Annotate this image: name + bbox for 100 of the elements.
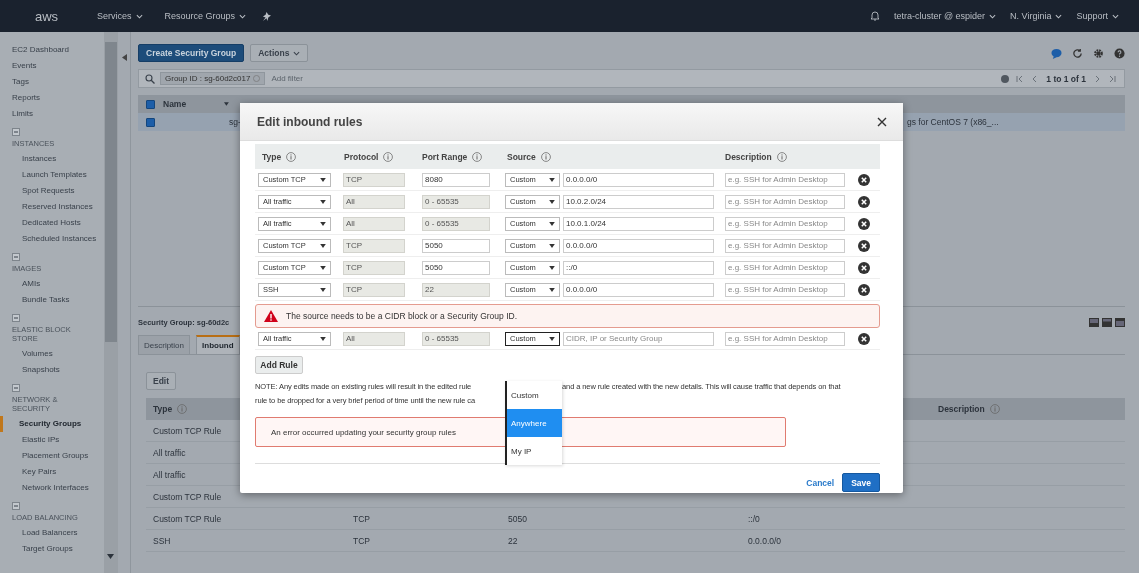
protocol-field[interactable]: All xyxy=(343,331,405,346)
port-range-field[interactable]: 8080 xyxy=(422,172,490,187)
column-header: Type xyxy=(153,404,173,414)
description-field[interactable]: e.g. SSH for Admin Desktop xyxy=(725,216,845,231)
edit-button[interactable]: Edit xyxy=(146,372,176,390)
support-menu[interactable]: Support xyxy=(1076,9,1119,23)
tab[interactable]: Inbound xyxy=(196,335,240,354)
description-field[interactable]: e.g. SSH for Admin Desktop xyxy=(725,238,845,253)
bell-icon[interactable] xyxy=(869,11,880,21)
sidebar-item[interactable]: EC2 Dashboard xyxy=(0,42,104,58)
description-field[interactable]: e.g. SSH for Admin Desktop xyxy=(725,260,845,275)
sidebar-item[interactable]: Reports xyxy=(0,90,104,106)
info-icon xyxy=(540,151,551,162)
layout-split-icon[interactable] xyxy=(1102,317,1112,327)
port-range-field[interactable]: 0 - 65535 xyxy=(422,194,490,209)
description-field[interactable]: e.g. SSH for Admin Desktop xyxy=(725,331,845,346)
port-range-field[interactable]: 0 - 65535 xyxy=(422,331,490,346)
sidebar-item[interactable]: Launch Templates xyxy=(0,167,104,183)
cancel-link[interactable]: Cancel xyxy=(806,477,835,488)
sidebar-item[interactable]: Dedicated Hosts xyxy=(0,215,104,231)
nav-menu[interactable]: Resource Groups xyxy=(164,9,247,23)
tab[interactable]: Description xyxy=(138,335,190,354)
close-icon[interactable] xyxy=(877,116,887,127)
account-menu[interactable]: tetra-cluster @ espider xyxy=(893,9,997,23)
region-menu[interactable]: N. Virginia xyxy=(1010,9,1063,23)
chevron-down-icon xyxy=(239,13,247,19)
caret-icon xyxy=(549,287,555,292)
source-field[interactable]: CIDR, IP or Security Group xyxy=(563,331,714,346)
info-icon xyxy=(383,151,394,162)
chat-icon[interactable] xyxy=(1051,47,1062,59)
protocol-field[interactable]: TCP xyxy=(343,238,405,253)
remove-icon[interactable] xyxy=(858,173,870,186)
nav-menu[interactable]: Services xyxy=(97,9,143,23)
save-button[interactable]: Save xyxy=(842,473,880,492)
table-cell: SSH xyxy=(153,535,171,546)
sidebar-item[interactable]: Key Pairs xyxy=(0,464,104,480)
actions-button[interactable]: Actions xyxy=(250,44,309,62)
remove-icon[interactable] xyxy=(858,283,870,296)
sidebar-item[interactable]: Placement Groups xyxy=(0,448,104,464)
protocol-field[interactable]: TCP xyxy=(343,260,405,275)
sidebar-item[interactable]: AMIs xyxy=(0,276,104,292)
source-field[interactable]: 0.0.0.0/0 xyxy=(563,172,714,187)
description-field[interactable]: e.g. SSH for Admin Desktop xyxy=(725,194,845,209)
scroll-down-icon[interactable] xyxy=(107,554,114,559)
collapse-sidebar-icon[interactable] xyxy=(121,54,127,61)
remove-icon[interactable] xyxy=(858,217,870,230)
source-field[interactable]: 10.0.2.0/24 xyxy=(563,194,714,209)
sidebar-item[interactable]: Instances xyxy=(0,151,104,167)
sidebar-item[interactable]: Limits xyxy=(0,106,104,122)
refresh-icon[interactable] xyxy=(1072,47,1083,59)
table-cell: gs for CentOS 7 (x86_... xyxy=(907,117,999,127)
protocol-field[interactable]: TCP xyxy=(343,282,405,297)
pin-icon[interactable] xyxy=(262,11,272,21)
description-field[interactable]: e.g. SSH for Admin Desktop xyxy=(725,282,845,297)
layout-top-icon[interactable] xyxy=(1115,317,1125,327)
port-range-field[interactable]: 5050 xyxy=(422,260,490,275)
filter-token[interactable]: Group ID : sg-60d2c017 xyxy=(160,72,266,85)
sidebar-item[interactable]: Network Interfaces xyxy=(0,480,104,496)
menu-option[interactable]: Anywhere xyxy=(507,409,562,437)
menu-option[interactable]: My IP xyxy=(507,437,562,465)
description-field[interactable]: e.g. SSH for Admin Desktop xyxy=(725,172,845,187)
protocol-field[interactable]: TCP xyxy=(343,172,405,187)
source-field[interactable]: 0.0.0.0/0 xyxy=(563,238,714,253)
layout-bottom-icon[interactable] xyxy=(1089,317,1099,327)
protocol-field[interactable]: All xyxy=(343,194,405,209)
source-field[interactable]: 10.0.1.0/24 xyxy=(563,216,714,231)
sidebar-item[interactable]: Reserved Instances xyxy=(0,199,104,215)
remove-icon[interactable] xyxy=(858,261,870,274)
add-rule-button[interactable]: Add Rule xyxy=(255,356,303,374)
row-checkbox[interactable] xyxy=(146,117,155,127)
column-header[interactable]: Name xyxy=(163,99,187,109)
sidebar-item[interactable]: Snapshots xyxy=(0,362,104,378)
remove-icon[interactable] xyxy=(858,239,870,252)
remove-icon[interactable] xyxy=(858,195,870,208)
menu-option[interactable]: Custom xyxy=(507,381,562,409)
aws-logo[interactable]: aws xyxy=(35,8,75,24)
sidebar-item[interactable]: Target Groups xyxy=(0,541,104,557)
create-button[interactable]: Create Security Group xyxy=(138,44,245,62)
filter-field[interactable]: Add filter xyxy=(271,74,352,83)
sidebar-item[interactable]: Elastic IPs xyxy=(0,432,104,448)
sidebar-item[interactable]: Events xyxy=(0,58,104,74)
protocol-field[interactable]: All xyxy=(343,216,405,231)
source-field[interactable]: ::/0 xyxy=(563,260,714,275)
scrollbar[interactable] xyxy=(104,32,118,573)
caret-icon xyxy=(320,336,326,341)
sidebar-item[interactable]: Spot Requests xyxy=(0,183,104,199)
port-range-field[interactable]: 22 xyxy=(422,282,490,297)
port-range-field[interactable]: 0 - 65535 xyxy=(422,216,490,231)
sidebar-item[interactable]: Scheduled Instances xyxy=(0,231,104,247)
port-range-field[interactable]: 5050 xyxy=(422,238,490,253)
sidebar-item[interactable]: Load Balancers xyxy=(0,525,104,541)
settings-icon[interactable] xyxy=(1093,47,1104,59)
table-cell: Custom TCP Rule xyxy=(153,513,222,524)
select-all-checkbox[interactable] xyxy=(146,99,155,109)
remove-icon[interactable] xyxy=(858,332,870,345)
source-field[interactable]: 0.0.0.0/0 xyxy=(563,282,714,297)
sidebar-item[interactable]: Volumes xyxy=(0,346,104,362)
chevron-down-icon xyxy=(1112,13,1119,19)
sidebar-item[interactable]: Bundle Tasks xyxy=(0,292,104,308)
sidebar-item[interactable]: Tags xyxy=(0,74,104,90)
